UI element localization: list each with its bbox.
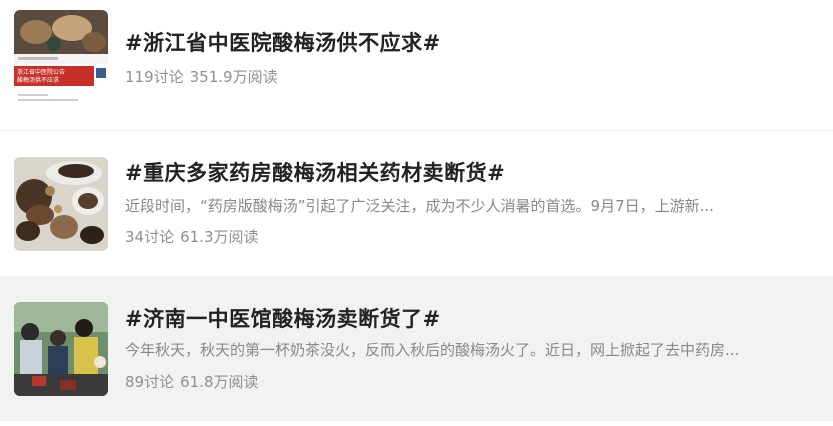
topic-thumbnail[interactable] [14, 157, 108, 251]
topic-stats: 34讨论 61.3万阅读 [125, 226, 259, 247]
read-count: 61.8万阅读 [180, 373, 259, 391]
topic-stats: 119讨论 351.9万阅读 [125, 66, 278, 87]
read-count: 61.3万阅读 [180, 228, 259, 246]
topic-summary: 今年秋天，秋天的第一杯奶茶没火，反而入秋后的酸梅汤火了。近日，网上掀起了去中药房… [125, 341, 740, 359]
topic-item-highlighted[interactable]: #济南一中医馆酸梅汤卖断货了# 今年秋天，秋天的第一杯奶茶没火，反而入秋后的酸梅… [0, 276, 833, 421]
topic-thumbnail[interactable] [14, 302, 108, 396]
discussion-count: 119讨论 [125, 68, 184, 86]
thumbnail-headline-line: 浙江省中医院公告 [17, 68, 65, 76]
thumbnail-headline-line: 酸梅汤供不应求 [17, 76, 59, 84]
topic-title[interactable]: #济南一中医馆酸梅汤卖断货了# [125, 303, 441, 333]
topic-item[interactable]: #重庆多家药房酸梅汤相关药材卖断货# 近段时间，“药房版酸梅汤”引起了广泛关注，… [0, 132, 833, 274]
topic-stats: 89讨论 61.8万阅读 [125, 371, 259, 392]
topic-title[interactable]: #浙江省中医院酸梅汤供不应求# [125, 27, 441, 57]
topic-summary: 近段时间，“药房版酸梅汤”引起了广泛关注，成为不少人消暑的首选。9月7日，上游新… [125, 197, 714, 215]
news-screenshot-thumbnail-icon: 浙江省中医院公告 酸梅汤供不应求 [14, 10, 108, 104]
hot-topic-list: 浙江省中医院公告 酸梅汤供不应求 #浙江省中医院酸梅汤供不应求# 119讨论 35… [0, 0, 833, 426]
topic-item[interactable]: 浙江省中医院公告 酸梅汤供不应求 #浙江省中医院酸梅汤供不应求# 119讨论 35… [0, 0, 833, 131]
discussion-count: 89讨论 [125, 373, 175, 391]
crowd-photo-thumbnail-icon [14, 302, 108, 396]
herbal-ingredients-thumbnail-icon [14, 157, 108, 251]
discussion-count: 34讨论 [125, 228, 175, 246]
topic-title[interactable]: #重庆多家药房酸梅汤相关药材卖断货# [125, 157, 505, 187]
topic-thumbnail[interactable]: 浙江省中医院公告 酸梅汤供不应求 [14, 10, 108, 104]
read-count: 351.9万阅读 [189, 68, 278, 86]
